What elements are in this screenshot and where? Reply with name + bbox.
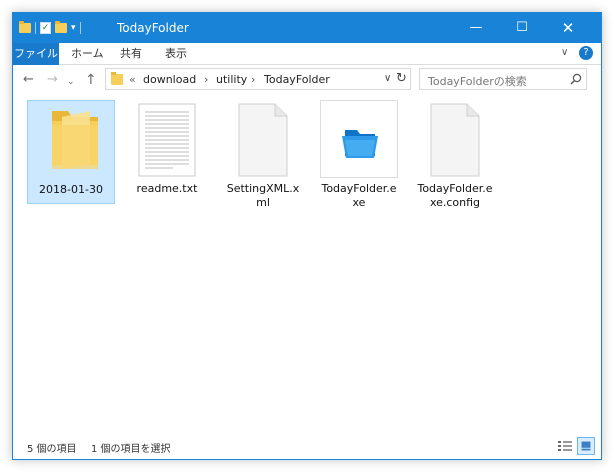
file-item-settingxml[interactable]: SettingXML.xml [219, 100, 307, 209]
address-bar[interactable]: « download › utility › TodayFolder ∨ ↻ [105, 68, 411, 90]
breadcrumb-utility[interactable]: utility [216, 73, 247, 86]
search-icon[interactable] [570, 73, 582, 85]
quick-access-toolbar: ✓ ▾ [19, 20, 81, 36]
properties-icon[interactable]: ✓ [40, 22, 51, 34]
tab-home[interactable]: ホーム [71, 43, 104, 65]
expand-ribbon-chevron-icon[interactable]: ∨ [561, 47, 568, 58]
recent-locations-chevron-icon[interactable]: ⌄ [67, 74, 75, 90]
window-title: TodayFolder [117, 21, 189, 35]
blank-file-icon [238, 103, 288, 177]
refresh-icon[interactable]: ↻ [396, 71, 407, 86]
item-count: 5 個の項目 [27, 444, 77, 455]
file-name: TodayFolder.exe.config [417, 182, 493, 209]
folder-icon [52, 111, 98, 169]
breadcrumb-download[interactable]: download [143, 73, 196, 86]
breadcrumb-chevron-icon[interactable]: › [204, 73, 208, 86]
folder-icon [111, 72, 123, 85]
text-document-icon [138, 103, 196, 177]
explorer-window: ✓ ▾ TodayFolder — ☐ ✕ ファイル ホーム 共有 表示 ∨ ?… [12, 12, 602, 460]
breadcrumb-chevron-icon[interactable]: › [251, 73, 255, 86]
back-button[interactable]: ← [23, 72, 34, 88]
navigation-bar: ← → ⌄ ↑ « download › utility › TodayFold… [13, 66, 601, 94]
minimize-button[interactable]: — [453, 13, 499, 43]
selection-count: 1 個の項目を選択 [91, 444, 171, 455]
search-placeholder: TodayFolderの検索 [428, 75, 527, 88]
toolbar-divider [35, 22, 36, 34]
file-item-config[interactable]: TodayFolder.exe.config [411, 100, 499, 209]
details-view-icon[interactable] [557, 438, 573, 454]
customize-toolbar-chevron-icon[interactable]: ▾ [71, 22, 76, 34]
address-history-chevron-icon[interactable]: ∨ [384, 73, 391, 84]
file-list: 2018-01-30 readme.txt SettingXML.xml Tod… [13, 96, 601, 436]
search-input[interactable]: TodayFolderの検索 [419, 68, 587, 90]
todayfolder-app-icon [342, 130, 378, 158]
help-icon[interactable]: ? [579, 46, 593, 60]
breadcrumb-todayfolder[interactable]: TodayFolder [264, 73, 330, 86]
file-name: TodayFolder.exe [321, 182, 397, 209]
up-button[interactable]: ↑ [85, 72, 97, 88]
file-name: readme.txt [136, 182, 198, 195]
status-bar: 5 個の項目 1 個の項目を選択 [13, 435, 601, 459]
ribbon-tabs: ファイル ホーム 共有 表示 ∨ ? [13, 43, 601, 65]
large-icons-view-icon[interactable] [577, 437, 595, 455]
tab-share[interactable]: 共有 [120, 43, 142, 65]
new-folder-icon[interactable] [55, 21, 67, 33]
tab-view[interactable]: 表示 [165, 43, 187, 65]
title-bar: ✓ ▾ TodayFolder — ☐ ✕ [13, 13, 601, 43]
close-button[interactable]: ✕ [545, 13, 591, 43]
file-name: SettingXML.xml [226, 182, 300, 209]
blank-file-icon [430, 103, 480, 177]
toolbar-divider [79, 22, 81, 34]
tab-file[interactable]: ファイル [13, 43, 59, 65]
maximize-button[interactable]: ☐ [499, 13, 545, 43]
file-item-exe[interactable]: TodayFolder.exe [315, 100, 403, 209]
forward-button[interactable]: → [47, 72, 58, 88]
folder-icon [19, 21, 31, 33]
file-name: 2018-01-30 [39, 183, 103, 196]
file-item-readme[interactable]: readme.txt [123, 100, 211, 204]
file-item-folder[interactable]: 2018-01-30 [27, 100, 115, 204]
breadcrumb-overflow[interactable]: « [129, 73, 136, 86]
